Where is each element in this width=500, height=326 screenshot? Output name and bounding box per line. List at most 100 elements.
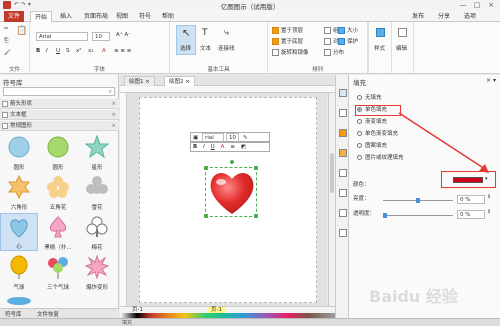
select-tool[interactable]: ↖ 选择 — [176, 25, 196, 55]
shadow-icon[interactable] — [339, 129, 347, 137]
rotate-mirror-button[interactable]: 旋转和镜像 — [272, 48, 309, 56]
bring-to-front-button[interactable]: 置于顶层 — [272, 26, 303, 34]
mini-bold-button[interactable]: B — [191, 143, 199, 152]
publish-button[interactable]: 发布 — [408, 11, 428, 22]
bold-button[interactable]: B — [36, 48, 40, 54]
subscript-button[interactable]: x₂ — [88, 48, 93, 54]
option-no-fill[interactable]: 无填充 — [357, 94, 382, 103]
text-tool-label[interactable]: 文本 — [200, 44, 211, 52]
tab-file-recovery[interactable]: 文件恢复 — [34, 310, 62, 318]
share-button[interactable]: 分享 — [434, 11, 454, 22]
tab-drawing-1[interactable]: 绘图1 × — [124, 76, 155, 86]
edit-icon[interactable] — [398, 28, 409, 37]
options-button[interactable]: 选项 — [460, 11, 480, 22]
shape-star[interactable]: 星形 — [78, 133, 116, 171]
search-icon[interactable]: ⌕ — [109, 88, 112, 96]
shape-balloon[interactable]: 气球 — [0, 253, 38, 291]
resize-handle[interactable] — [204, 214, 208, 218]
shape-snowflake[interactable]: 雪花 — [78, 173, 116, 211]
tab-symbol-library[interactable]: 符号库 — [2, 310, 25, 318]
close-icon[interactable]: × — [111, 121, 116, 131]
data-icon[interactable] — [339, 229, 347, 237]
tab-drawing-2[interactable]: 绘图2 × — [164, 76, 195, 86]
resize-handle[interactable] — [254, 166, 258, 170]
tab-symbol[interactable]: 符号 — [135, 11, 155, 22]
connector-tool-label[interactable]: 连接线 — [218, 44, 235, 52]
strike-button[interactable]: S — [66, 48, 70, 54]
option-mono-gradient-fill[interactable]: 单色渐变填充 — [357, 130, 398, 139]
italic-button[interactable]: I — [46, 48, 48, 54]
underline-button[interactable]: U — [56, 48, 60, 54]
brightness-value[interactable]: 0 % — [457, 195, 485, 204]
color-dropdown-icon[interactable]: ▾ — [485, 176, 488, 182]
cut-icon[interactable]: ✂ — [4, 26, 9, 32]
page-icon[interactable] — [339, 209, 347, 217]
maximize-button[interactable]: □ — [470, 0, 484, 10]
shape-partial-row[interactable] — [0, 293, 38, 307]
tab-help[interactable]: 帮助 — [158, 11, 178, 22]
shape-hexagram[interactable]: 六角形 — [0, 173, 38, 211]
selected-heart-shape[interactable] — [204, 160, 258, 218]
tab-page-layout[interactable]: 页面布局 — [80, 11, 112, 22]
mini-font-color-button[interactable]: A — [219, 143, 227, 152]
transparency-slider[interactable] — [383, 213, 453, 218]
mini-align-icon[interactable]: ≡ — [228, 143, 237, 152]
image-icon[interactable] — [339, 149, 347, 157]
send-to-back-button[interactable]: 置于底层 — [272, 37, 303, 45]
layer-icon[interactable] — [339, 189, 347, 197]
fill-icon[interactable] — [339, 89, 347, 97]
transparency-spinner-icon[interactable]: ⇕ — [487, 209, 491, 215]
close-icon[interactable]: × — [111, 99, 116, 109]
shape-three-balloons[interactable]: 三个气球 — [39, 253, 77, 291]
edit-label[interactable]: 编辑 — [396, 44, 407, 52]
option-pattern-fill[interactable]: 图案填充 — [357, 142, 387, 151]
option-gradient-fill[interactable]: 渐变填充 — [357, 118, 387, 127]
align-icon[interactable]: ≡ ≡ ≡ — [114, 48, 131, 54]
close-button[interactable]: × — [484, 0, 498, 10]
style-icon[interactable] — [376, 28, 387, 37]
tab-view[interactable]: 视图 — [112, 11, 132, 22]
grow-font-icon[interactable]: A⁺ A⁻ — [116, 32, 131, 38]
file-menu[interactable]: 文件 — [4, 11, 24, 22]
shape-circle-2[interactable]: 圆形 — [39, 133, 77, 171]
drawing-canvas[interactable]: ▣ rial 10 ✎ B I U A ≡ ◩ — [127, 93, 327, 306]
drawing-page[interactable]: ▣ rial 10 ✎ B I U A ≡ ◩ — [139, 97, 317, 303]
brightness-thumb[interactable] — [416, 198, 420, 203]
connector-tool-icon[interactable]: ⤷ — [224, 28, 229, 38]
vertical-scrollbar[interactable] — [328, 93, 335, 306]
tab-start[interactable]: 开始 — [30, 11, 53, 22]
line-icon[interactable] — [339, 109, 347, 117]
style-label[interactable]: 样式 — [374, 44, 385, 52]
tab-insert[interactable]: 插入 — [56, 11, 76, 22]
close-icon[interactable]: × — [111, 110, 116, 120]
rotate-handle[interactable] — [230, 160, 234, 164]
format-painter-icon[interactable]: 🖌 — [4, 50, 11, 56]
brightness-spinner-icon[interactable]: ⇕ — [487, 194, 491, 200]
size-button[interactable]: 大小 — [338, 26, 358, 34]
library-search-input[interactable]: ⌕ — [3, 87, 115, 96]
minimize-button[interactable]: — — [456, 0, 470, 10]
shape-club[interactable]: 梅花 — [78, 213, 116, 251]
transparency-thumb[interactable] — [383, 213, 387, 218]
shape-circle-1[interactable]: 圆形 — [0, 133, 38, 171]
distribute-button[interactable]: 分布 — [324, 48, 344, 56]
shape-five-petal[interactable]: 五角花 — [39, 173, 77, 211]
font-size-field[interactable]: 10 — [92, 32, 110, 41]
paste-icon[interactable]: 📋 — [16, 26, 27, 36]
mini-italic-button[interactable]: I — [201, 143, 207, 152]
category-text-box[interactable]: 文本框 × — [0, 110, 119, 120]
shape-heart[interactable]: 心 — [0, 213, 38, 251]
superscript-button[interactable]: x² — [76, 48, 81, 54]
font-name-field[interactable]: Arial — [36, 32, 88, 41]
scroll-thumb[interactable] — [330, 153, 334, 193]
color-picker[interactable] — [453, 177, 483, 183]
font-color-icon[interactable]: A — [102, 48, 106, 54]
mini-underline-button[interactable]: U — [209, 143, 217, 152]
category-arrow-shapes[interactable]: 箭头形状 × — [0, 99, 119, 109]
transparency-value[interactable]: 0 % — [457, 210, 485, 219]
resize-handle[interactable] — [204, 166, 208, 170]
panel-close-icon[interactable]: × ▾ — [486, 77, 496, 84]
brightness-slider[interactable] — [383, 198, 453, 203]
shape-spade[interactable]: 黑桃（扑... — [39, 213, 77, 251]
text-tool-icon[interactable]: T — [202, 28, 208, 38]
